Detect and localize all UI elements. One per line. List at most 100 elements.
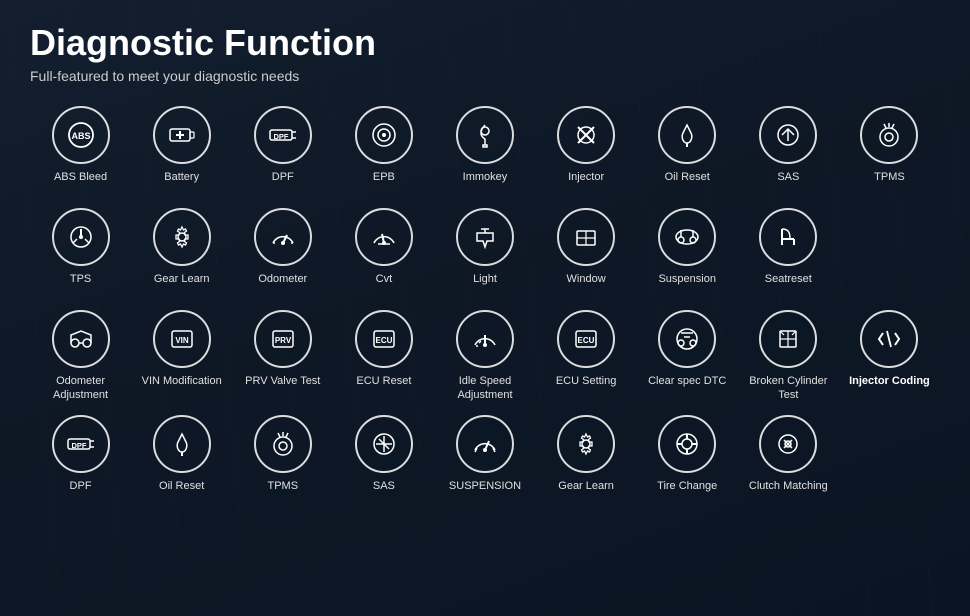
sas-label: SAS xyxy=(777,170,799,196)
ecu-setting-icon: ECU xyxy=(557,310,615,368)
sas2-item[interactable]: SAS xyxy=(333,411,434,509)
dpf-icon: DPF xyxy=(254,106,312,164)
odometer-label: Odometer xyxy=(258,272,307,298)
light-label: Light xyxy=(473,272,497,298)
gear-learn2-item[interactable]: Gear Learn xyxy=(536,411,637,509)
row2-spacer xyxy=(839,204,940,302)
page-subtitle: Full-featured to meet your diagnostic ne… xyxy=(30,68,940,84)
prv-label: PRV Valve Test xyxy=(245,374,320,400)
suspension-icon xyxy=(658,208,716,266)
odometer-adj-item[interactable]: Odometer Adjustment xyxy=(30,306,131,407)
idle-speed-label: Idle Speed Adjustment xyxy=(436,374,533,403)
svg-text:VIN: VIN xyxy=(175,336,189,345)
ecu-reset-item[interactable]: ECU ECU Reset xyxy=(333,306,434,407)
prv-item[interactable]: PRV PRV Valve Test xyxy=(232,306,333,407)
svg-text:ABS: ABS xyxy=(71,131,90,141)
suspension-label: Suspension xyxy=(658,272,716,298)
ecu-reset-label: ECU Reset xyxy=(356,374,411,400)
dpf-label: DPF xyxy=(272,170,294,196)
tpms2-label: TPMS xyxy=(267,479,298,505)
vin-icon: VIN xyxy=(153,310,211,368)
battery-item[interactable]: Battery xyxy=(131,102,232,200)
oil-reset2-label: Oil Reset xyxy=(159,479,204,505)
cvt-label: Cvt xyxy=(376,272,393,298)
gear-learn2-icon xyxy=(557,415,615,473)
battery-label: Battery xyxy=(164,170,199,196)
injector-coding-item[interactable]: Injector Coding xyxy=(839,306,940,407)
tire-change-item[interactable]: Tire Change xyxy=(637,411,738,509)
tpms-icon xyxy=(860,106,918,164)
abs-bleed-label: ABS Bleed xyxy=(54,170,107,196)
ecu-setting-label: ECU Setting xyxy=(556,374,617,400)
gear-learn-item[interactable]: Gear Learn xyxy=(131,204,232,302)
sas2-label: SAS xyxy=(373,479,395,505)
clear-spec-item[interactable]: Clear spec DTC xyxy=(637,306,738,407)
tpms2-icon xyxy=(254,415,312,473)
epb-item[interactable]: EPB xyxy=(333,102,434,200)
function-grid: ABS ABS Bleed Battery DPF DPF EPB xyxy=(30,102,940,509)
injector-label: Injector xyxy=(568,170,604,196)
svg-text:DPF: DPF xyxy=(273,132,288,141)
row4-spacer xyxy=(839,411,940,509)
oil-reset-label: Oil Reset xyxy=(665,170,710,196)
tire-change-label: Tire Change xyxy=(657,479,717,505)
gear-learn-label: Gear Learn xyxy=(154,272,210,298)
svg-text:DPF: DPF xyxy=(71,441,86,450)
immokey-item[interactable]: Immokey xyxy=(434,102,535,200)
oil-reset2-icon xyxy=(153,415,211,473)
injector-coding-label: Injector Coding xyxy=(849,374,930,400)
vin-item[interactable]: VIN VIN Modification xyxy=(131,306,232,407)
ecu-reset-icon: ECU xyxy=(355,310,413,368)
injector-coding-icon xyxy=(860,310,918,368)
odometer-item[interactable]: Odometer xyxy=(232,204,333,302)
suspension2-label: SUSPENSION xyxy=(449,479,521,505)
dpf2-item[interactable]: DPF DPF xyxy=(30,411,131,509)
tpms2-item[interactable]: TPMS xyxy=(232,411,333,509)
light-icon xyxy=(456,208,514,266)
svg-text:PRV: PRV xyxy=(275,336,292,345)
window-icon xyxy=(557,208,615,266)
window-label: Window xyxy=(567,272,606,298)
dpf-item[interactable]: DPF DPF xyxy=(232,102,333,200)
vin-label: VIN Modification xyxy=(142,374,222,400)
abs-bleed-icon: ABS xyxy=(52,106,110,164)
oil-reset-item[interactable]: Oil Reset xyxy=(637,102,738,200)
window-item[interactable]: Window xyxy=(536,204,637,302)
sas-item[interactable]: SAS xyxy=(738,102,839,200)
light-item[interactable]: Light xyxy=(434,204,535,302)
epb-label: EPB xyxy=(373,170,395,196)
abs-bleed-item[interactable]: ABS ABS Bleed xyxy=(30,102,131,200)
prv-icon: PRV xyxy=(254,310,312,368)
tire-change-icon xyxy=(658,415,716,473)
seatreset-item[interactable]: Seatreset xyxy=(738,204,839,302)
cvt-icon xyxy=(355,208,413,266)
immokey-label: Immokey xyxy=(463,170,508,196)
suspension2-item[interactable]: SUSPENSION xyxy=(434,411,535,509)
oil-reset2-item[interactable]: Oil Reset xyxy=(131,411,232,509)
seatreset-icon xyxy=(759,208,817,266)
sas-icon xyxy=(759,106,817,164)
broken-cyl-icon xyxy=(759,310,817,368)
cvt-item[interactable]: Cvt xyxy=(333,204,434,302)
gear-learn2-label: Gear Learn xyxy=(558,479,614,505)
idle-speed-icon xyxy=(456,310,514,368)
suspension-item[interactable]: Suspension xyxy=(637,204,738,302)
svg-text:ECU: ECU xyxy=(578,336,595,345)
ecu-setting-item[interactable]: ECU ECU Setting xyxy=(536,306,637,407)
broken-cyl-item[interactable]: Broken Cylinder Test xyxy=(738,306,839,407)
immokey-icon xyxy=(456,106,514,164)
tpms-item[interactable]: TPMS xyxy=(839,102,940,200)
epb-icon xyxy=(355,106,413,164)
tps-icon xyxy=(52,208,110,266)
clutch-item[interactable]: Clutch Matching xyxy=(738,411,839,509)
tps-item[interactable]: TPS xyxy=(30,204,131,302)
idle-speed-item[interactable]: Idle Speed Adjustment xyxy=(434,306,535,407)
seatreset-label: Seatreset xyxy=(765,272,812,298)
svg-text:ECU: ECU xyxy=(375,336,392,345)
oil-reset-icon xyxy=(658,106,716,164)
injector-item[interactable]: Injector xyxy=(536,102,637,200)
injector-icon xyxy=(557,106,615,164)
clutch-label: Clutch Matching xyxy=(749,479,828,505)
tpms-label: TPMS xyxy=(874,170,905,196)
clutch-icon xyxy=(759,415,817,473)
